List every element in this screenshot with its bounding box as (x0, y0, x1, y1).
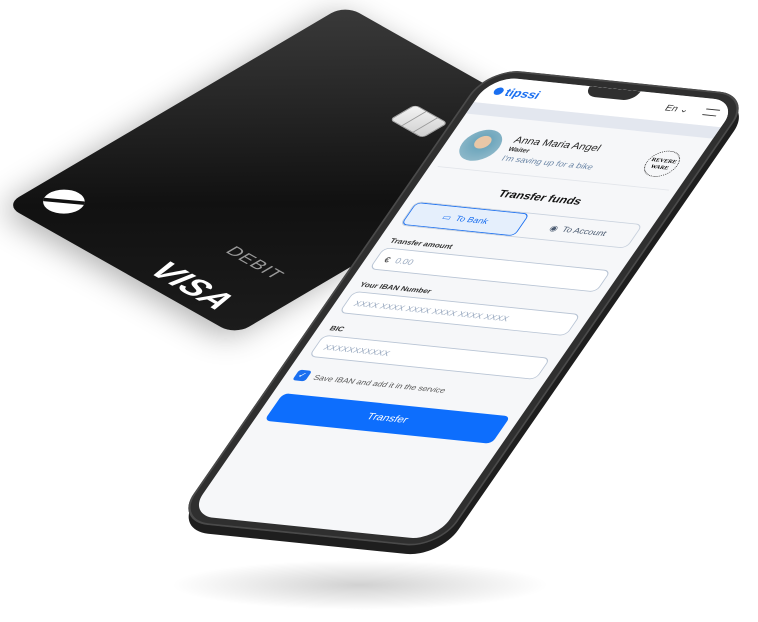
tab-to-account[interactable]: ◉ To Account (514, 214, 641, 248)
tab-to-bank[interactable]: ▭ To Bank (400, 202, 530, 237)
language-select[interactable]: En ⌄ (663, 103, 692, 114)
chevron-down-icon: ⌄ (677, 104, 692, 115)
currency-symbol: € (382, 255, 393, 264)
card-brand: VISA (140, 256, 243, 315)
transfer-button[interactable]: Transfer (264, 393, 511, 444)
tab-label: To Account (559, 225, 609, 238)
card-chip (389, 104, 449, 139)
bank-card-icon: ▭ (440, 212, 455, 222)
amount-placeholder: 0.00 (393, 256, 417, 267)
card-logo-icon (34, 184, 94, 219)
save-iban-label: Save IBAN and add it in the service (311, 372, 449, 395)
checkmark-icon[interactable]: ✓ (292, 369, 313, 382)
menu-icon[interactable] (702, 108, 721, 117)
card-type: DEBIT (221, 243, 290, 283)
logo-text: tipssi (502, 85, 544, 102)
app-logo[interactable]: tipssi (490, 84, 544, 102)
employer-logo: REVERE WARE (637, 149, 687, 179)
phone-shadow (170, 560, 550, 610)
tab-label: To Bank (453, 214, 491, 226)
user-circle-icon: ◉ (547, 223, 561, 233)
bic-placeholder: XXXXXXXXXXX (321, 342, 393, 358)
iban-placeholder: XXXX XXXX XXXX XXXX XXXX XXXX (352, 298, 512, 323)
